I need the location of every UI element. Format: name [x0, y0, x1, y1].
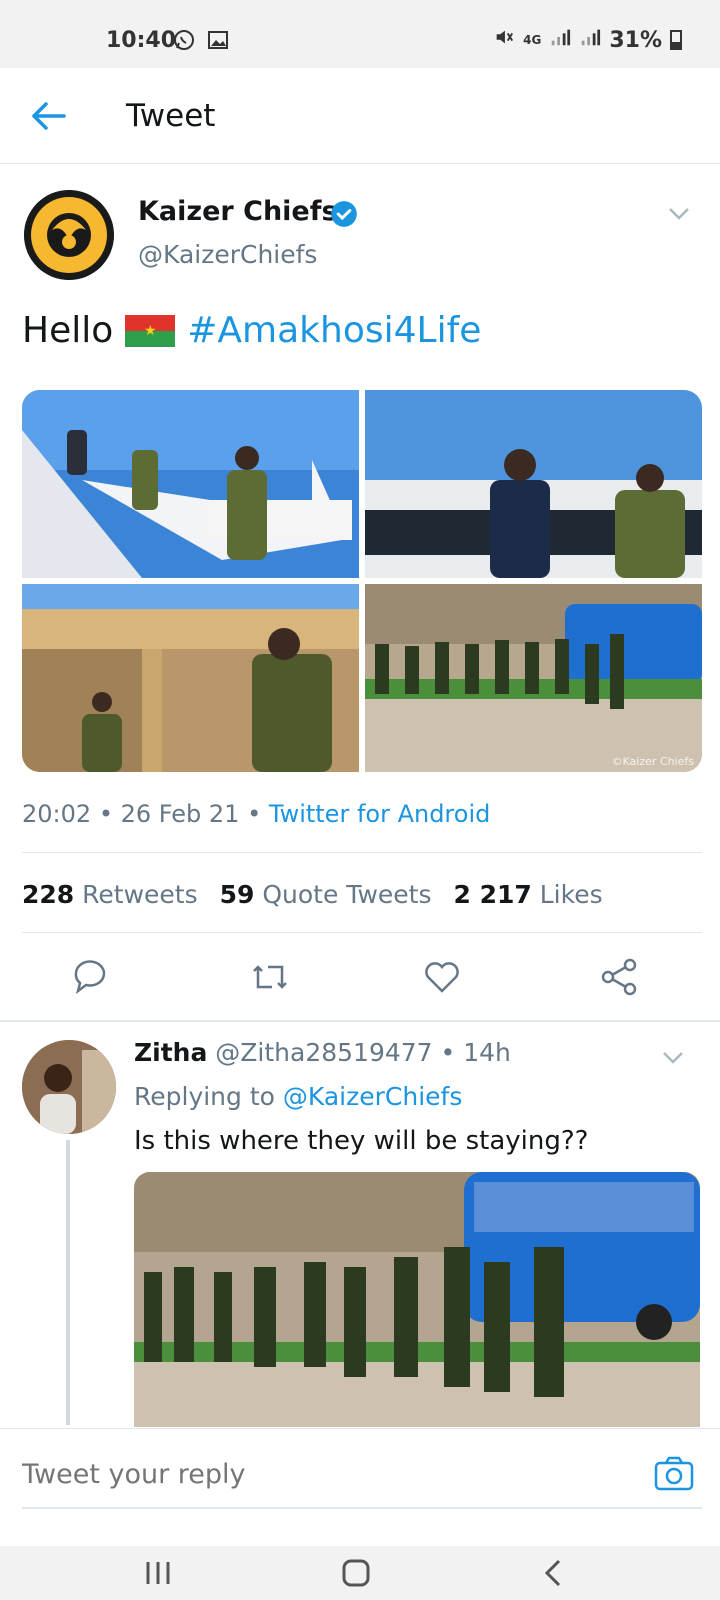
reply-button[interactable] — [68, 955, 112, 999]
avatar[interactable] — [24, 190, 114, 280]
reply-composer — [0, 1428, 720, 1546]
verified-badge-icon — [331, 201, 357, 227]
kaizer-chiefs-logo — [24, 190, 114, 280]
reply-time: 14h — [463, 1038, 511, 1067]
comment-icon — [74, 960, 106, 995]
signal-icon — [579, 26, 601, 54]
reply-author-name[interactable]: Zitha — [134, 1038, 207, 1067]
avatar[interactable] — [22, 1040, 116, 1134]
mute-icon — [493, 26, 515, 54]
tweet-text: Hello ★ #Amakhosi4Life — [22, 310, 481, 351]
composer-underline — [22, 1507, 702, 1509]
author-name[interactable]: Kaizer Chiefs — [138, 196, 338, 227]
retweet-icon — [253, 965, 287, 989]
tweet-photo-2[interactable] — [365, 390, 702, 578]
battery-level: 31% — [609, 27, 662, 53]
tweet-stats: 228 Retweets 59 Quote Tweets 2 217 Likes — [22, 880, 603, 909]
burkina-faso-flag-icon: ★ — [125, 314, 176, 347]
arrow-left-icon — [32, 102, 66, 130]
replying-label: Replying to — [134, 1082, 275, 1111]
tweet-date: 26 Feb 21 — [120, 800, 240, 828]
chevron-down-icon[interactable] — [668, 206, 690, 222]
thread-line — [66, 1140, 70, 1425]
replying-to-link[interactable]: @KaizerChiefs — [283, 1082, 462, 1111]
recent-apps-icon — [146, 1562, 170, 1584]
gallery-icon — [206, 28, 230, 52]
chevron-left-icon — [544, 1559, 561, 1587]
tweet-source-link[interactable]: Twitter for Android — [269, 800, 490, 828]
tweet-meta: 20:02 • 26 Feb 21 • Twitter for Android — [22, 800, 491, 828]
quote-tweets-stat[interactable]: 59 Quote Tweets — [220, 880, 432, 909]
divider — [22, 932, 702, 933]
home-button[interactable] — [336, 1558, 376, 1588]
reply-photo[interactable] — [134, 1172, 700, 1427]
media-grid: ©Kaizer Chiefs — [22, 390, 702, 772]
status-time: 10:40 — [106, 28, 177, 53]
share-icon — [601, 958, 637, 996]
share-button[interactable] — [598, 955, 642, 999]
retweet-button[interactable] — [248, 955, 292, 999]
likes-stat[interactable]: 2 217 Likes — [453, 880, 602, 909]
tweet-photo-3[interactable] — [22, 584, 359, 772]
4g-icon: 4G — [523, 33, 542, 47]
tweet-photo-1[interactable] — [22, 390, 359, 578]
tweet-photo-4[interactable]: ©Kaizer Chiefs — [365, 584, 702, 772]
retweets-stat[interactable]: 228 Retweets — [22, 880, 198, 909]
signal-icon — [549, 26, 571, 54]
whatsapp-icon — [172, 28, 196, 52]
heart-icon — [425, 962, 459, 993]
page-title: Tweet — [126, 98, 216, 134]
photo-credit: ©Kaizer Chiefs — [611, 755, 694, 768]
replying-to: Replying to @KaizerChiefs — [134, 1082, 462, 1111]
tweet-text-hello: Hello — [22, 310, 114, 351]
chevron-down-icon[interactable] — [662, 1050, 684, 1066]
camera-button[interactable] — [652, 1453, 696, 1493]
back-button[interactable] — [24, 96, 72, 136]
camera-icon — [654, 1456, 694, 1491]
divider — [22, 852, 702, 853]
tweet-time: 20:02 — [22, 800, 92, 828]
like-button[interactable] — [420, 955, 464, 999]
reply-header: Zitha @Zitha28519477 • 14h — [134, 1038, 511, 1067]
system-nav-bar — [0, 1546, 720, 1600]
reply-text: Is this where they will be staying?? — [134, 1126, 589, 1156]
recent-apps-button[interactable] — [138, 1558, 178, 1588]
battery-icon — [670, 30, 682, 50]
author-handle[interactable]: @KaizerChiefs — [138, 240, 317, 269]
home-icon — [342, 1559, 370, 1587]
reply-input[interactable] — [22, 1459, 622, 1490]
section-divider — [0, 1020, 720, 1022]
app-bar: Tweet — [0, 68, 720, 164]
status-bar: 10:40 4G 31% — [0, 0, 720, 68]
tweet-actions — [0, 955, 720, 1015]
back-nav-button[interactable] — [534, 1558, 574, 1588]
hashtag-link[interactable]: #Amakhosi4Life — [187, 310, 481, 351]
reply-author-handle[interactable]: @Zitha28519477 — [215, 1038, 432, 1067]
